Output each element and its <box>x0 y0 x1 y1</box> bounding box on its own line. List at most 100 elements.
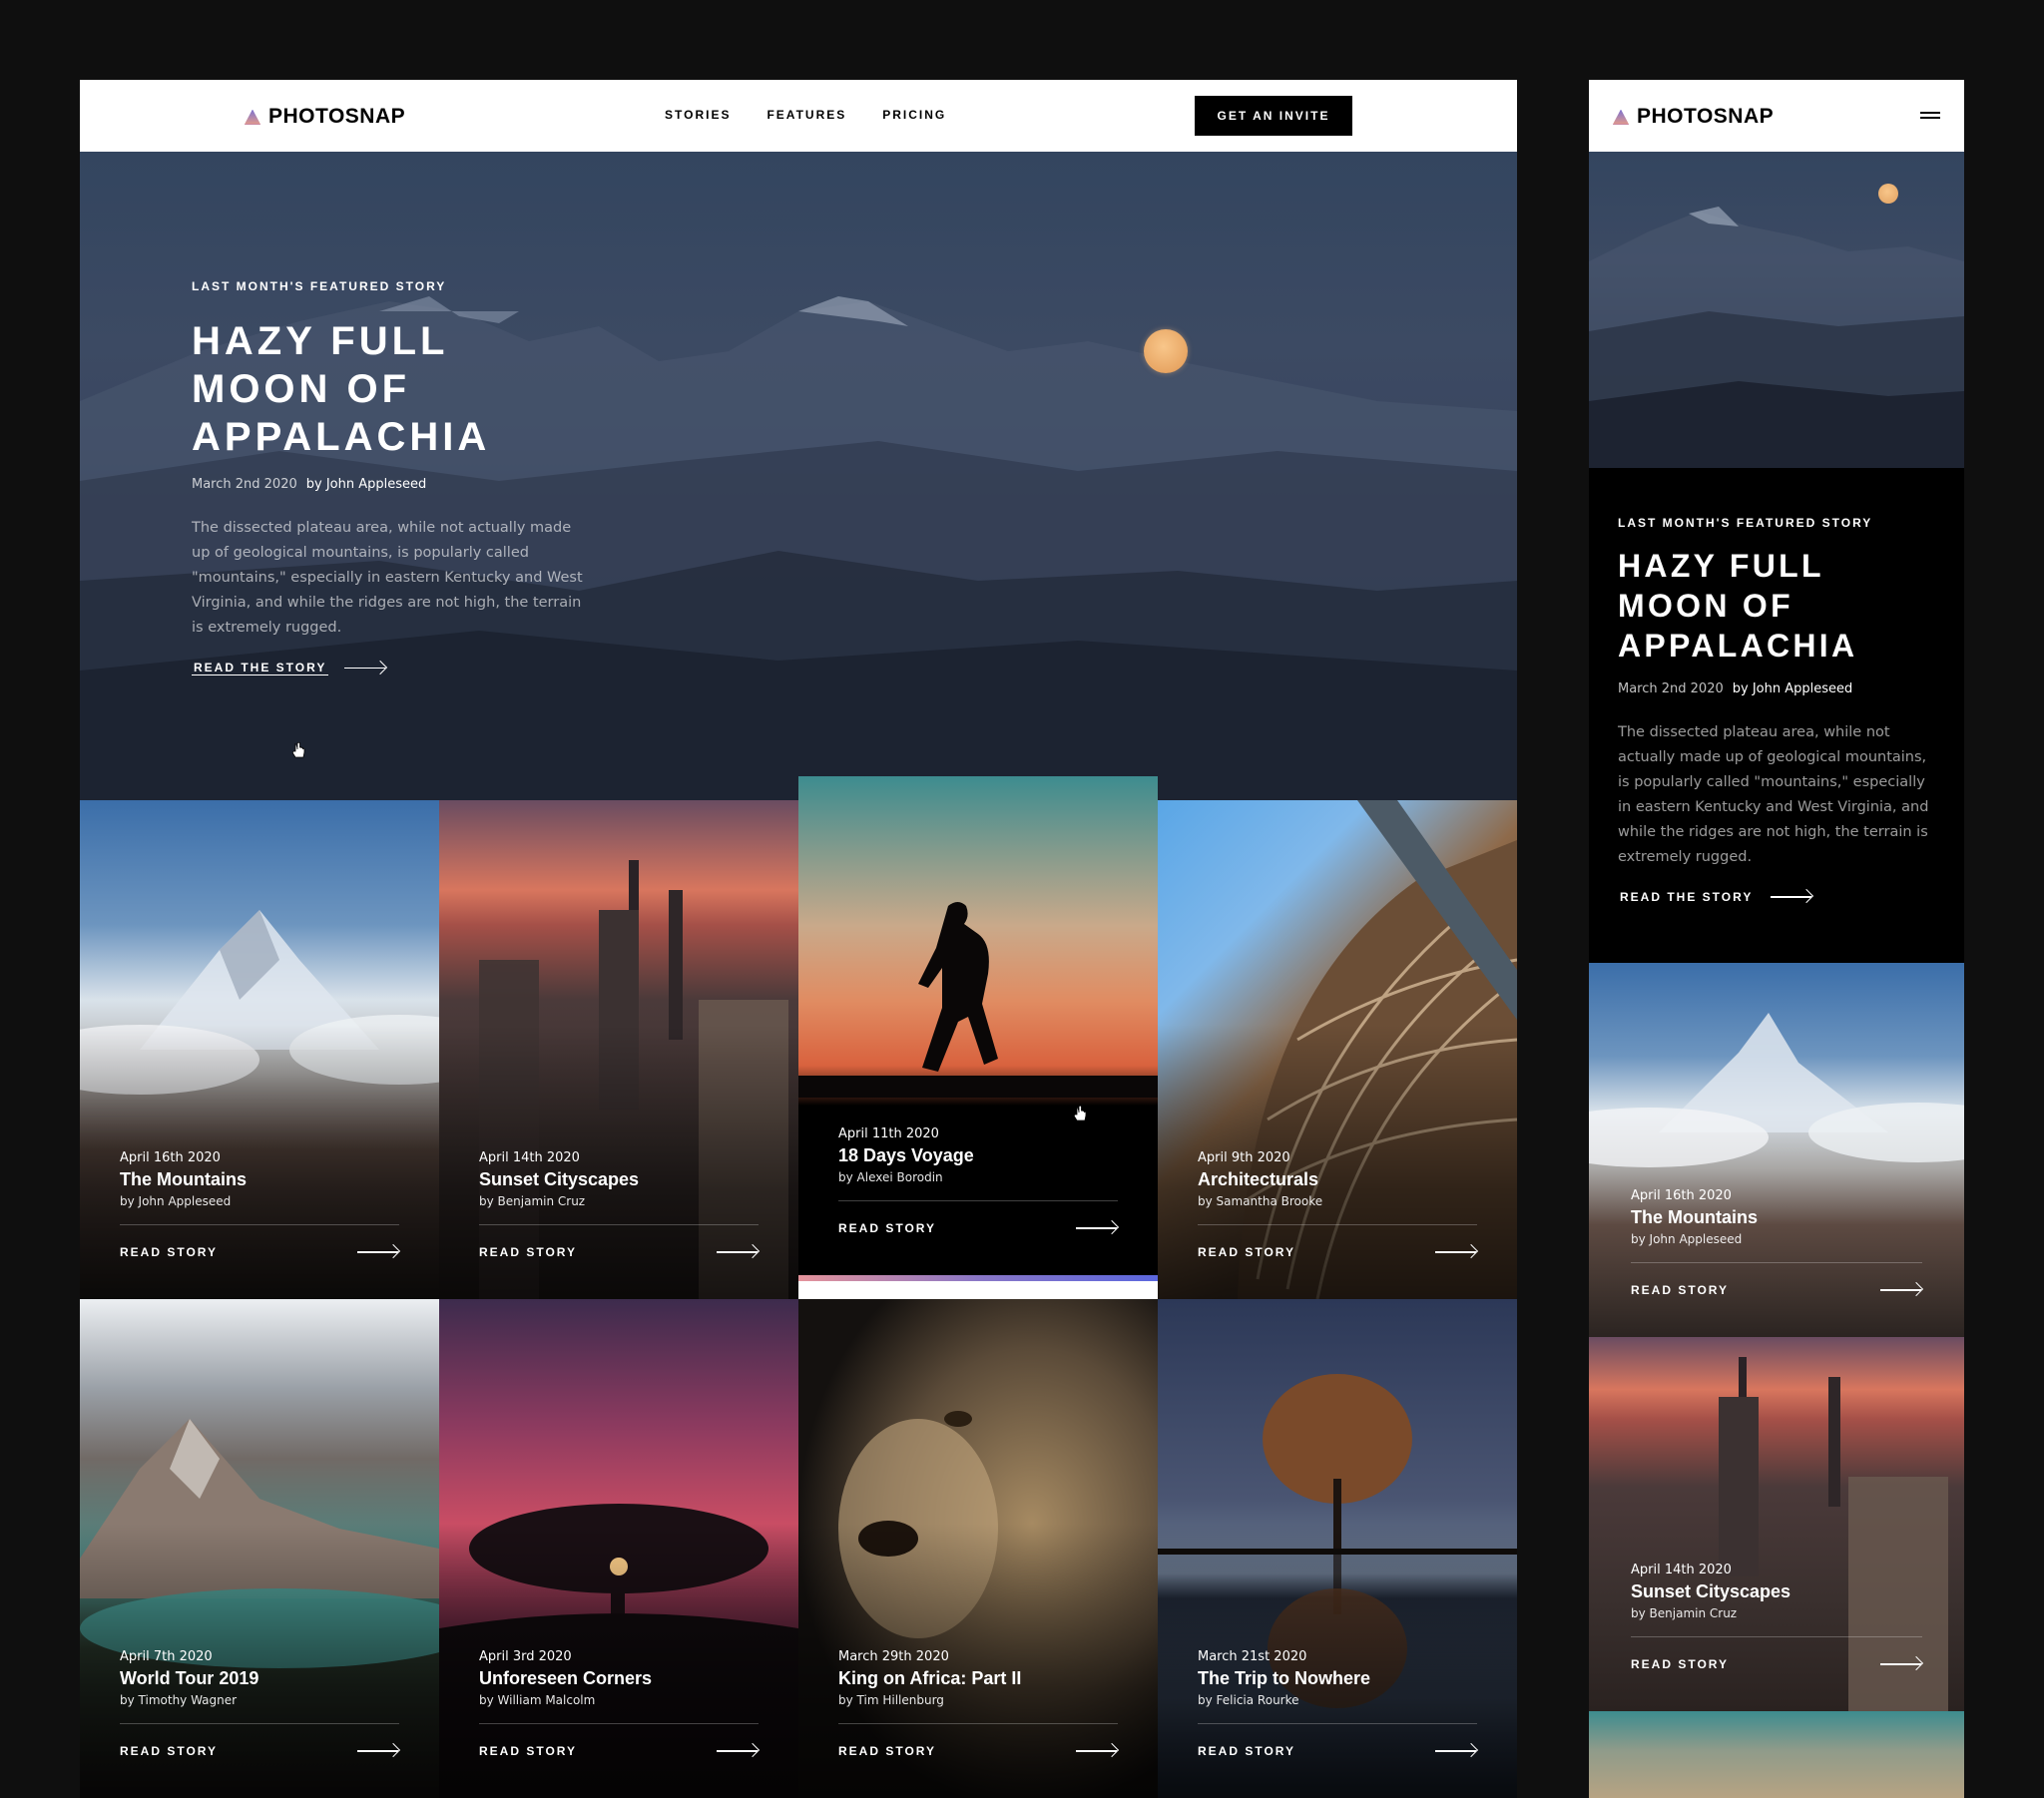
read-story-link[interactable]: READ STORY <box>838 1221 936 1235</box>
hand-pointer-cursor-icon <box>291 742 305 758</box>
brand-name: PHOTOSNAP <box>268 105 406 128</box>
divider <box>120 1723 399 1724</box>
story-card[interactable]: April 16th 2020 The Mountains by John Ap… <box>80 800 439 1299</box>
divider <box>479 1723 759 1724</box>
divider <box>1631 1636 1922 1637</box>
brand-logo[interactable]: PHOTOSNAP <box>245 105 405 129</box>
story-title: Sunset Cityscapes <box>479 1169 640 1189</box>
story-card[interactable]: March 21st 2020 The Trip to Nowhere by F… <box>1158 1299 1517 1798</box>
hero-author: by John Appleseed <box>1732 681 1853 696</box>
story-info: March 21st 2020 The Trip to Nowhere by F… <box>1198 1649 1477 1758</box>
story-author: by William Malcolm <box>479 1693 596 1707</box>
hero-meta: March 2nd 2020 by John Appleseed <box>192 477 591 492</box>
read-story-link[interactable]: READ STORY <box>479 1245 577 1259</box>
story-info: March 29th 2020 King on Africa: Part II … <box>838 1649 1118 1758</box>
story-date: April 16th 2020 <box>120 1150 221 1165</box>
read-story-link[interactable]: READ STORY <box>1198 1245 1295 1259</box>
story-date: April 3rd 2020 <box>479 1649 572 1664</box>
story-card[interactable]: April 9th 2020 Architecturals by Samanth… <box>1158 800 1517 1299</box>
arrow-right-icon[interactable] <box>1076 1221 1118 1235</box>
featured-hero: LAST MONTH'S FEATURED STORY HAZY FULL MO… <box>80 152 1517 800</box>
brand-logo[interactable]: PHOTOSNAP <box>1613 105 1774 129</box>
hero-title: HAZY FULL MOON OF APPALACHIA <box>192 319 491 459</box>
read-story-link[interactable]: READ STORY <box>1631 1657 1729 1671</box>
nav-link-features[interactable]: FEATURES <box>766 108 846 122</box>
story-title: World Tour 2019 <box>120 1668 259 1688</box>
divider <box>1631 1262 1922 1263</box>
nav-link-pricing[interactable]: PRICING <box>882 108 946 122</box>
story-title: The Mountains <box>120 1169 247 1189</box>
story-card-partial[interactable] <box>1589 1711 1964 1798</box>
story-info: April 14th 2020 Sunset Cityscapes by Ben… <box>479 1150 759 1259</box>
story-date: April 16th 2020 <box>1631 1188 1732 1203</box>
story-title: King on Africa: Part II <box>838 1668 1022 1688</box>
story-title: Sunset Cityscapes <box>1631 1581 1791 1601</box>
story-date: March 29th 2020 <box>838 1649 949 1664</box>
mobile-top-nav: PHOTOSNAP <box>1589 80 1964 152</box>
story-date: April 7th 2020 <box>120 1649 213 1664</box>
read-story-link[interactable]: READ STORY <box>120 1245 218 1259</box>
top-nav: PHOTOSNAP STORIES FEATURES PRICING GET A… <box>80 80 1517 152</box>
divider <box>120 1224 399 1225</box>
desktop-preview: PHOTOSNAP STORIES FEATURES PRICING GET A… <box>80 80 1517 1798</box>
stories-grid: April 16th 2020 The Mountains by John Ap… <box>80 776 1517 1798</box>
arrow-right-icon[interactable] <box>717 1245 759 1259</box>
story-card[interactable]: April 16th 2020 The Mountains by John Ap… <box>1589 963 1964 1337</box>
arrow-right-icon[interactable] <box>1880 1283 1922 1297</box>
logo-triangle-icon <box>1613 109 1629 125</box>
story-info: April 14th 2020 Sunset Cityscapes by Ben… <box>1631 1563 1922 1671</box>
brand-name: PHOTOSNAP <box>1637 105 1775 128</box>
hamburger-menu-icon[interactable] <box>1920 110 1940 120</box>
hero-title: HAZY FULL MOON OF APPALACHIA <box>1618 548 1858 664</box>
story-card[interactable]: April 14th 2020 Sunset Cityscapes by Ben… <box>1589 1337 1964 1711</box>
arrow-right-icon[interactable] <box>717 1744 759 1758</box>
read-the-story-link[interactable]: READ THE STORY <box>1618 890 1935 904</box>
story-author: by John Appleseed <box>120 1194 232 1208</box>
story-card[interactable]: April 7th 2020 World Tour 2019 by Timoth… <box>80 1299 439 1798</box>
hero-content: LAST MONTH'S FEATURED STORY HAZY FULL MO… <box>192 279 591 675</box>
hero-eyebrow: LAST MONTH'S FEATURED STORY <box>192 279 447 293</box>
arrow-right-icon[interactable] <box>357 1744 399 1758</box>
story-date: April 11th 2020 <box>838 1126 939 1141</box>
hero-date: March 2nd 2020 <box>192 477 297 492</box>
story-info: April 7th 2020 World Tour 2019 by Timoth… <box>120 1649 399 1758</box>
main-nav: STORIES FEATURES PRICING <box>665 108 946 122</box>
read-the-story-link[interactable]: READ THE STORY <box>192 661 591 675</box>
story-author: by Felicia Rourke <box>1198 1693 1299 1707</box>
hero-date: March 2nd 2020 <box>1618 681 1724 696</box>
divider <box>838 1723 1118 1724</box>
get-invite-button[interactable]: GET AN INVITE <box>1195 96 1352 136</box>
divider <box>479 1224 759 1225</box>
story-author: by Alexei Borodin <box>838 1170 943 1184</box>
read-story-link[interactable]: READ STORY <box>838 1744 936 1758</box>
divider <box>1198 1723 1477 1724</box>
logo-triangle-icon <box>245 109 260 125</box>
story-card[interactable]: April 3rd 2020 Unforeseen Corners by Wil… <box>439 1299 798 1798</box>
read-story-link[interactable]: READ STORY <box>1198 1744 1295 1758</box>
story-card-hovered[interactable]: April 11th 2020 18 Days Voyage by Alexei… <box>798 776 1158 1275</box>
story-card[interactable]: April 14th 2020 Sunset Cityscapes by Ben… <box>439 800 798 1299</box>
mobile-hero-image <box>1589 152 1964 468</box>
arrow-right-icon[interactable] <box>1076 1744 1118 1758</box>
story-info: April 11th 2020 18 Days Voyage by Alexei… <box>838 1126 1118 1235</box>
story-title: Unforeseen Corners <box>479 1668 653 1688</box>
story-date: April 9th 2020 <box>1198 1150 1290 1165</box>
story-card[interactable]: March 29th 2020 King on Africa: Part II … <box>798 1299 1158 1798</box>
read-story-link[interactable]: READ STORY <box>479 1744 577 1758</box>
read-story-link[interactable]: READ STORY <box>1631 1283 1729 1297</box>
story-title: The Trip to Nowhere <box>1198 1668 1371 1688</box>
story-date: April 14th 2020 <box>1631 1563 1732 1577</box>
read-the-story-label: READ THE STORY <box>1620 890 1754 904</box>
arrow-right-icon[interactable] <box>1435 1245 1477 1259</box>
read-story-link[interactable]: READ STORY <box>120 1744 218 1758</box>
divider <box>1198 1224 1477 1225</box>
story-author: by Tim Hillenburg <box>838 1693 944 1707</box>
hero-author: by John Appleseed <box>305 477 427 492</box>
story-title: The Mountains <box>1631 1207 1758 1227</box>
arrow-right-icon[interactable] <box>1880 1657 1922 1671</box>
divider <box>838 1200 1118 1201</box>
read-the-story-label: READ THE STORY <box>192 661 329 675</box>
arrow-right-icon[interactable] <box>357 1245 399 1259</box>
nav-link-stories[interactable]: STORIES <box>665 108 731 122</box>
arrow-right-icon[interactable] <box>1435 1744 1477 1758</box>
